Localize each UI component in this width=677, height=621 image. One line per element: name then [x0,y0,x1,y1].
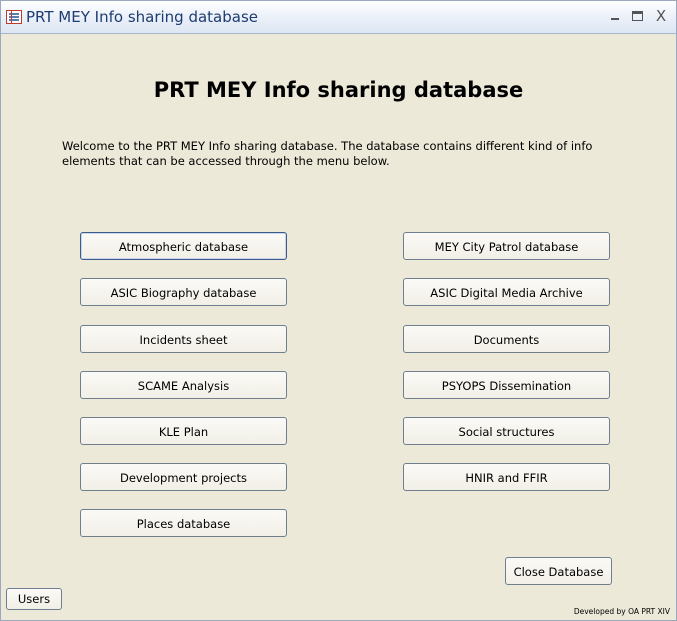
close-database-button[interactable]: Close Database [505,557,612,585]
maximize-icon[interactable] [627,7,647,25]
asic-digital-media-archive-button[interactable]: ASIC Digital Media Archive [403,278,610,306]
incidents-sheet-button[interactable]: Incidents sheet [80,325,287,353]
atmospheric-database-button[interactable]: Atmospheric database [80,232,287,260]
psyops-dissemination-button[interactable]: PSYOPS Dissemination [403,371,610,399]
welcome-text: Welcome to the PRT MEY Info sharing data… [62,139,593,168]
scame-analysis-button[interactable]: SCAME Analysis [80,371,287,399]
hnir-and-ffir-button[interactable]: HNIR and FFIR [403,463,610,491]
places-database-button[interactable]: Places database [80,509,287,537]
developer-credit: Developed by OA PRT XIV [573,607,670,616]
page-title: PRT MEY Info sharing database [153,78,524,102]
social-structures-button[interactable]: Social structures [403,417,610,445]
title-bar: PRT MEY Info sharing database X [1,1,676,34]
app-window: PRT MEY Info sharing database X PRT MEY … [0,0,677,621]
form-icon [6,10,22,24]
minimize-icon[interactable] [605,7,625,25]
asic-biography-database-button[interactable]: ASIC Biography database [80,278,287,306]
window-title: PRT MEY Info sharing database [26,8,259,26]
form-body: PRT MEY Info sharing database Welcome to… [5,34,672,616]
kle-plan-button[interactable]: KLE Plan [80,417,287,445]
development-projects-button[interactable]: Development projects [80,463,287,491]
users-button[interactable]: Users [6,588,62,610]
close-icon[interactable]: X [651,7,671,25]
documents-button[interactable]: Documents [403,325,610,353]
mey-city-patrol-database-button[interactable]: MEY City Patrol database [403,232,610,260]
